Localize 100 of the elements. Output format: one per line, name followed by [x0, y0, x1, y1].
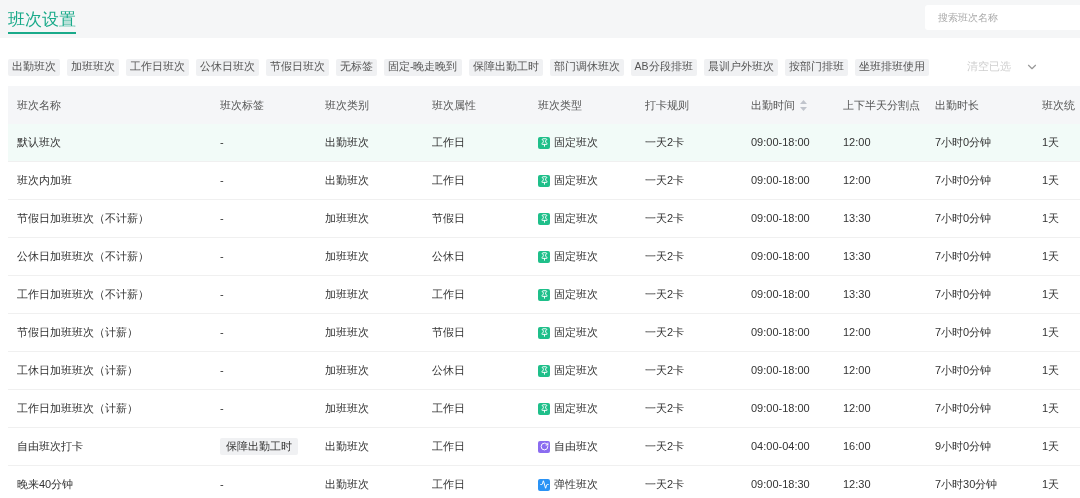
table-cell-text: 一天2卡 — [645, 249, 685, 265]
filter-tag[interactable]: 保障出勤工时 — [468, 58, 543, 76]
table-cell-text: 1天 — [1042, 363, 1060, 379]
table-cell-text: 1天 — [1042, 477, 1060, 493]
pin-icon — [538, 326, 550, 339]
shift-name: 公休日加班班次（不计薪） — [17, 249, 149, 265]
table-cell-text: 工作日 — [432, 401, 465, 417]
table-cell-text: 13:30 — [843, 287, 871, 303]
filter-tag[interactable]: 出勤班次 — [8, 58, 60, 76]
filter-tag[interactable]: 公休日班次 — [196, 58, 259, 76]
table-cell-text: 1天 — [1042, 249, 1060, 265]
table-cell-text: 7小时0分钟 — [935, 325, 992, 341]
table-cell-text: 7小时0分钟 — [935, 211, 992, 227]
filter-tag[interactable]: 工作日班次 — [126, 58, 189, 76]
table-cell-text: 出勤班次 — [325, 173, 369, 189]
filter-tag[interactable]: 固定-晚走晚到 — [384, 58, 462, 76]
pin-icon — [538, 288, 550, 301]
shift-name: 默认班次 — [17, 135, 61, 151]
shift-name: 节假日加班班次（不计薪） — [17, 211, 149, 227]
table-cell-text: 9小时0分钟 — [935, 439, 992, 455]
table-cell-text: 7小时0分钟 — [935, 401, 992, 417]
filter-tag[interactable]: 按部门排班 — [784, 58, 848, 76]
column-header: 打卡规则 — [645, 97, 689, 113]
table-cell-text: 工作日 — [432, 477, 465, 493]
table-cell-text: 12:00 — [843, 173, 871, 189]
shift-type: 固定班次 — [554, 173, 598, 189]
table-cell-text: 节假日 — [432, 211, 465, 227]
table-cell-text: 13:30 — [843, 211, 871, 227]
filter-tag[interactable]: 部门调休班次 — [549, 58, 624, 76]
table-cell-text: 09:00-18:00 — [751, 173, 810, 189]
search-field[interactable]: 搜索班次名称 — [925, 4, 1080, 30]
table-cell-text: 工作日 — [432, 173, 465, 189]
table-cell-text: 节假日 — [432, 325, 465, 341]
column-header[interactable]: 出勤时间 — [751, 96, 807, 114]
table-cell-text: 1天 — [1042, 401, 1060, 417]
table-cell-text: 04:00-04:00 — [751, 439, 810, 455]
shift-type: 固定班次 — [554, 287, 598, 303]
column-header: 班次名称 — [17, 97, 61, 113]
shift-name: 工作日加班班次（不计薪） — [17, 287, 149, 303]
pulse-icon — [538, 478, 550, 491]
table-cell-text: 16:00 — [843, 439, 871, 455]
pin-icon — [538, 402, 550, 415]
table-cell-text: 1天 — [1042, 325, 1060, 341]
table-cell-text: 一天2卡 — [645, 173, 685, 189]
column-header: 出勤时长 — [935, 97, 979, 113]
filter-tag[interactable]: 无标签 — [336, 58, 377, 76]
table-cell-text: 09:00-18:00 — [751, 135, 810, 151]
shift-type: 固定班次 — [554, 401, 598, 417]
shift-type: 固定班次 — [554, 249, 598, 265]
table-cell-text: 09:00-18:00 — [751, 287, 810, 303]
table-cell-text: - — [220, 211, 224, 227]
pin-icon — [538, 250, 550, 263]
filter-tag[interactable]: AB分段排班 — [630, 58, 697, 76]
shift-name: 自由班次打卡 — [17, 439, 83, 455]
table-cell-text: 一天2卡 — [645, 287, 685, 303]
table-cell-text: 公休日 — [432, 363, 465, 379]
filter-tag[interactable]: 节假日班次 — [266, 58, 329, 76]
column-header: 班次统 — [1042, 97, 1075, 113]
rotate-icon — [538, 440, 550, 453]
shift-type: 固定班次 — [554, 325, 598, 341]
table-row[interactable]: 默认班次 - 出勤班次 工作日 固定班次 一天2卡 09:00-18:00 12:00 7小时0分钟 1天 — [8, 124, 1080, 162]
pin-icon — [538, 212, 550, 225]
shift-name: 工休日加班班次（计薪） — [17, 363, 138, 379]
table-cell-text: 一天2卡 — [645, 477, 685, 493]
table-cell-text: 加班班次 — [325, 401, 369, 417]
table-cell-text: 工作日 — [432, 135, 465, 151]
shift-type: 固定班次 — [554, 363, 598, 379]
page-title: 班次设置 — [8, 8, 76, 34]
table-cell-text: 加班班次 — [325, 249, 369, 265]
table-cell-text: 1天 — [1042, 287, 1060, 303]
filter-tag[interactable]: 加班班次 — [67, 58, 119, 76]
table-cell-text: - — [220, 363, 224, 379]
pin-icon — [538, 364, 550, 377]
shift-name: 班次内加班 — [17, 173, 72, 189]
table-cell-text: 一天2卡 — [645, 439, 685, 455]
filter-tag[interactable]: 晨训户外班次 — [703, 58, 778, 76]
shift-name: 节假日加班班次（计薪） — [17, 325, 138, 341]
shift-type: 弹性班次 — [554, 477, 598, 493]
table-cell-text: 一天2卡 — [645, 211, 685, 227]
table-cell-text: 一天2卡 — [645, 135, 685, 151]
table-cell-text: - — [220, 477, 224, 493]
sort-icon[interactable] — [800, 99, 807, 111]
table-cell-text: - — [220, 325, 224, 341]
shift-type: 固定班次 — [554, 135, 598, 151]
table-cell-text: 09:00-18:30 — [751, 477, 810, 493]
table-cell-text: - — [220, 401, 224, 417]
table-cell-text: - — [220, 287, 224, 303]
table-cell-text: 7小时0分钟 — [935, 363, 992, 379]
table-cell-text: 12:30 — [843, 477, 871, 493]
table-cell-text: 09:00-18:00 — [751, 249, 810, 265]
shift-type: 固定班次 — [554, 211, 598, 227]
filter-tag[interactable]: 坐班排班使用 — [854, 58, 929, 76]
table-cell-text: 工作日 — [432, 439, 465, 455]
table-cell-text: 09:00-18:00 — [751, 363, 810, 379]
table-cell-text: 7小时0分钟 — [935, 249, 992, 265]
table-cell-text: 一天2卡 — [645, 325, 685, 341]
table-cell-text: 12:00 — [843, 401, 871, 417]
pin-icon — [538, 136, 550, 149]
shift-name: 晚来40分钟 — [17, 477, 74, 493]
table-cell-text: 1天 — [1042, 173, 1060, 189]
